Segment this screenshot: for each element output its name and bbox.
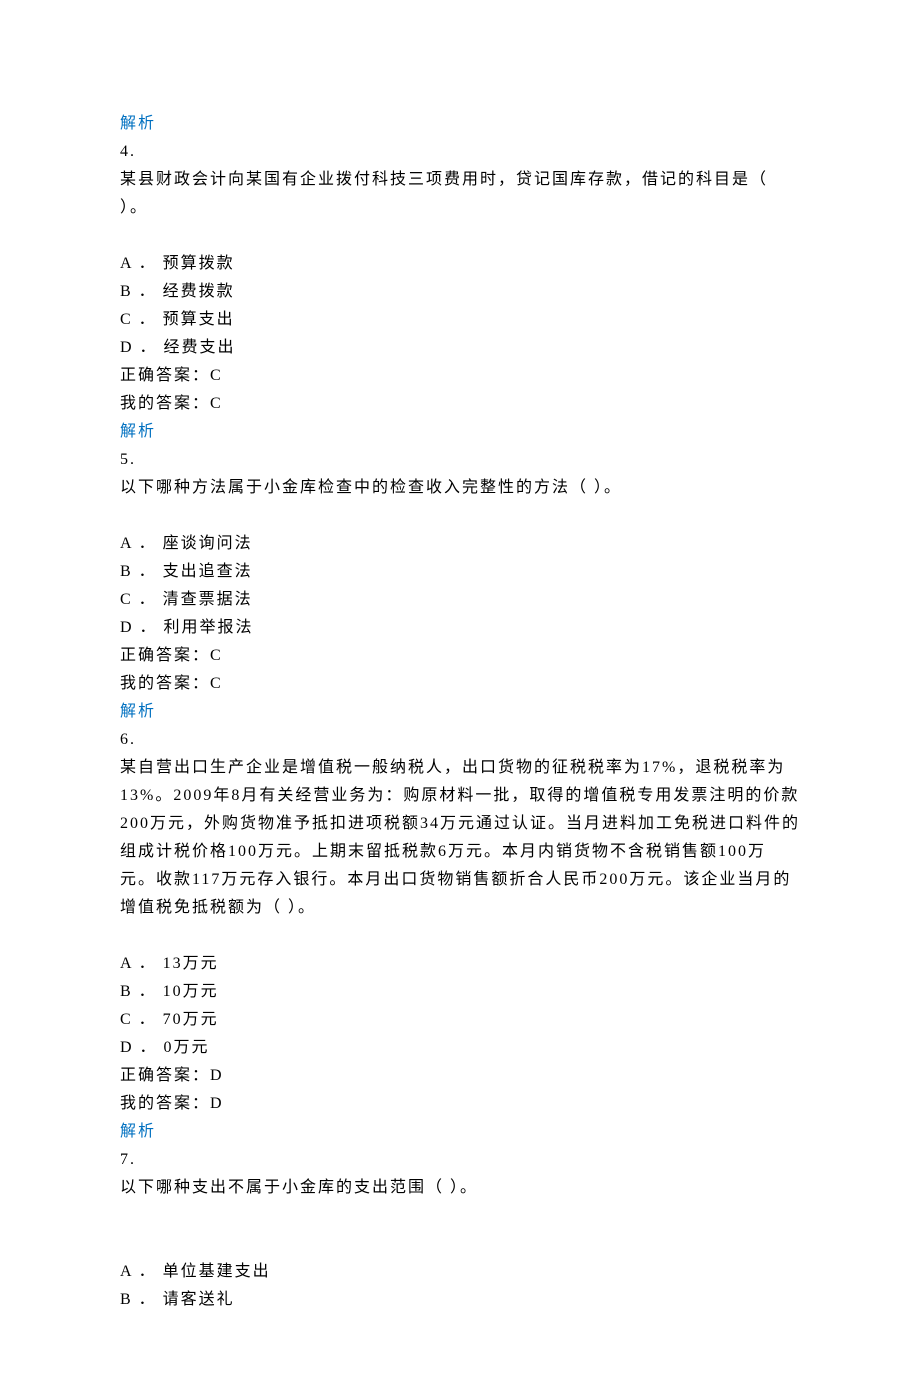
question-number: 7. [120,1146,800,1174]
analysis-link[interactable]: 解析 [120,110,800,138]
my-answer: 我的答案：C [120,390,800,418]
correct-answer: 正确答案：D [120,1062,800,1090]
analysis-link[interactable]: 解析 [120,698,800,726]
question-stem: 以下哪种支出不属于小金库的支出范围（ ）。 [120,1174,800,1202]
spacer [120,502,800,530]
my-answer: 我的答案：C [120,670,800,698]
analysis-link[interactable]: 解析 [120,1118,800,1146]
spacer [120,1202,800,1230]
option-a: A ． 单位基建支出 [120,1258,800,1286]
option-b: B ． 经费拨款 [120,278,800,306]
option-c: C ． 预算支出 [120,306,800,334]
option-b: B ． 10万元 [120,978,800,1006]
option-d: D ． 经费支出 [120,334,800,362]
correct-answer: 正确答案：C [120,642,800,670]
question-stem: 某县财政会计向某国有企业拨付科技三项费用时，贷记国库存款，借记的科目是（ ）。 [120,166,800,222]
question-stem: 以下哪种方法属于小金库检查中的检查收入完整性的方法（ ）。 [120,474,800,502]
question-stem: 某自营出口生产企业是增值税一般纳税人，出口货物的征税税率为17%，退税税率为13… [120,754,800,922]
option-a: A ． 座谈询问法 [120,530,800,558]
spacer [120,222,800,250]
my-answer: 我的答案：D [120,1090,800,1118]
option-a: A ． 预算拨款 [120,250,800,278]
question-number: 6. [120,726,800,754]
question-number: 5. [120,446,800,474]
option-b: B ． 请客送礼 [120,1286,800,1314]
option-c: C ． 清查票据法 [120,586,800,614]
option-b: B ． 支出追查法 [120,558,800,586]
analysis-link[interactable]: 解析 [120,418,800,446]
question-number: 4. [120,138,800,166]
option-d: D ． 利用举报法 [120,614,800,642]
correct-answer: 正确答案：C [120,362,800,390]
option-c: C ． 70万元 [120,1006,800,1034]
option-a: A ． 13万元 [120,950,800,978]
document-page: 解析 4. 某县财政会计向某国有企业拨付科技三项费用时，贷记国库存款，借记的科目… [0,0,920,1394]
spacer [120,1230,800,1258]
spacer [120,922,800,950]
option-d: D ． 0万元 [120,1034,800,1062]
